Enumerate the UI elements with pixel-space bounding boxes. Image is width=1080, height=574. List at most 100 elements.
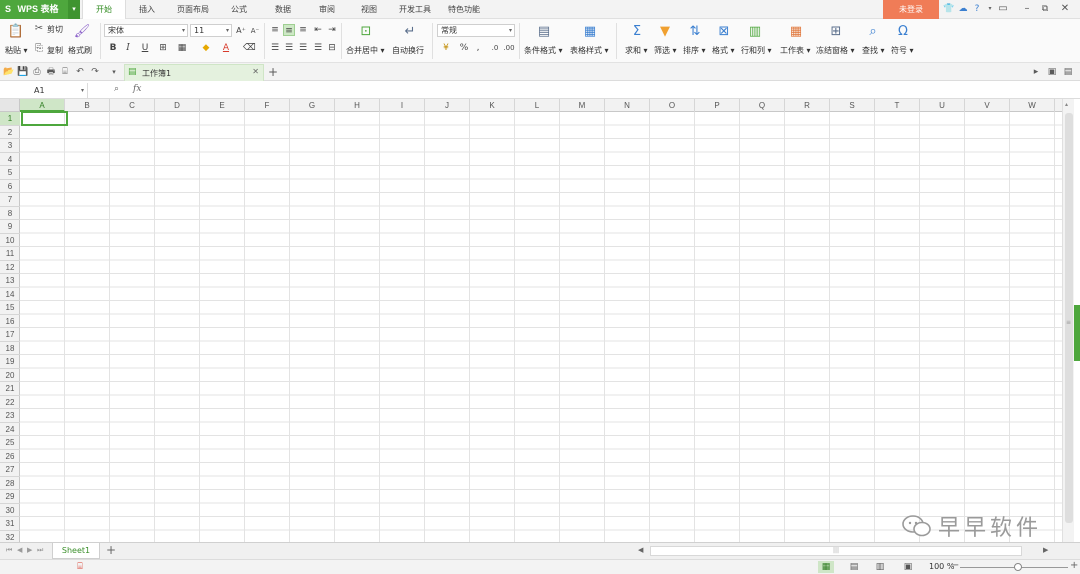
- worksheet-icon[interactable]: ▦: [786, 23, 806, 41]
- cell-style-icon[interactable]: ▦: [176, 42, 188, 54]
- reading-mode-icon[interactable]: ▣: [900, 561, 916, 573]
- layout-toggle-icon[interactable]: ▭: [996, 2, 1010, 16]
- horizontal-scrollbar[interactable]: |||: [650, 546, 1022, 556]
- feedback-icon[interactable]: ☁: [957, 3, 969, 15]
- zoom-in-icon[interactable]: +: [1070, 560, 1078, 571]
- document-tab[interactable]: ▤ 工作簿1 ✕: [124, 64, 264, 81]
- symbol-icon[interactable]: Ω: [893, 23, 913, 41]
- align-top-icon[interactable]: ≡: [269, 24, 281, 36]
- column-header-k[interactable]: K: [470, 99, 515, 112]
- row-header-15[interactable]: 15: [0, 301, 20, 315]
- zoom-slider-thumb[interactable]: [1014, 563, 1022, 571]
- row-header-8[interactable]: 8: [0, 207, 20, 220]
- currency-icon[interactable]: ¥: [440, 42, 452, 54]
- row-header-11[interactable]: 11: [0, 247, 20, 261]
- paste-icon[interactable]: 📋: [6, 23, 26, 41]
- row-header-9[interactable]: 9: [0, 220, 20, 234]
- cell-area[interactable]: [20, 112, 1062, 542]
- sum-icon[interactable]: Σ: [627, 23, 647, 41]
- align-bottom-icon[interactable]: ≡: [297, 24, 309, 36]
- column-header-c[interactable]: C: [110, 99, 155, 112]
- next-sheet-icon[interactable]: ▶: [27, 546, 32, 554]
- row-header-22[interactable]: 22: [0, 396, 20, 409]
- column-header-i[interactable]: I: [380, 99, 425, 112]
- merge-center-button[interactable]: 合并居中 ▾: [346, 45, 385, 56]
- bold-button[interactable]: B: [107, 42, 119, 54]
- worksheet-button[interactable]: 工作表 ▾: [780, 45, 811, 56]
- conditional-format-icon[interactable]: ▤: [534, 23, 554, 41]
- row-header-31[interactable]: 31: [0, 517, 20, 531]
- freeze-panes-button[interactable]: 冻结窗格 ▾: [816, 45, 855, 56]
- rows-cols-button[interactable]: 行和列 ▾: [741, 45, 772, 56]
- decrease-indent-icon[interactable]: ⇤: [312, 24, 324, 36]
- new-tab-icon[interactable]: +: [267, 66, 279, 78]
- side-panel-toggle[interactable]: [1074, 305, 1080, 361]
- sheet-tab-sheet1[interactable]: Sheet1: [52, 543, 100, 559]
- underline-button[interactable]: U: [139, 42, 151, 54]
- sort-button[interactable]: 排序 ▾: [683, 45, 706, 56]
- row-header-21[interactable]: 21: [0, 382, 20, 396]
- save-as-icon[interactable]: ⎙: [31, 66, 43, 78]
- format-painter-button[interactable]: 格式刷: [68, 45, 92, 56]
- app-menu-button[interactable]: S WPS 表格: [0, 0, 68, 19]
- column-header-e[interactable]: E: [200, 99, 245, 112]
- row-header-25[interactable]: 25: [0, 436, 20, 450]
- conditional-format-button[interactable]: 条件格式 ▾: [524, 45, 563, 56]
- row-header-3[interactable]: 3: [0, 139, 20, 153]
- customize-toolbar-icon[interactable]: ▾: [108, 66, 120, 78]
- table-style-button[interactable]: 表格样式 ▾: [570, 45, 609, 56]
- sum-button[interactable]: 求和 ▾: [625, 45, 648, 56]
- find-icon[interactable]: ⌕: [863, 23, 883, 41]
- app-menu-dropdown-icon[interactable]: ▾: [68, 0, 80, 19]
- column-header-t[interactable]: T: [875, 99, 920, 112]
- row-header-24[interactable]: 24: [0, 423, 20, 436]
- row-header-4[interactable]: 4: [0, 153, 20, 166]
- row-header-14[interactable]: 14: [0, 288, 20, 301]
- tab-view[interactable]: 视图: [352, 0, 386, 19]
- column-header-h[interactable]: H: [335, 99, 380, 112]
- find-button[interactable]: 查找 ▾: [862, 45, 885, 56]
- formula-input[interactable]: [152, 83, 1062, 98]
- copy-button[interactable]: 复制: [47, 45, 63, 56]
- row-header-16[interactable]: 16: [0, 315, 20, 328]
- paste-button[interactable]: 粘贴 ▾: [5, 45, 28, 56]
- column-header-w[interactable]: W: [1010, 99, 1055, 112]
- tab-data[interactable]: 数据: [266, 0, 300, 19]
- row-header-18[interactable]: 18: [0, 342, 20, 355]
- login-button[interactable]: 未登录: [883, 0, 939, 19]
- name-box[interactable]: A1 ▾: [0, 83, 88, 98]
- filter-icon[interactable]: ▼: [655, 23, 675, 41]
- fill-color-icon[interactable]: ◆: [200, 42, 212, 54]
- format-icon[interactable]: ⊠: [714, 23, 734, 41]
- column-header-q[interactable]: Q: [740, 99, 785, 112]
- column-header-j[interactable]: J: [425, 99, 470, 112]
- number-format-select[interactable]: 常规 ▾: [437, 24, 515, 37]
- normal-view-icon[interactable]: ▦: [818, 561, 834, 573]
- row-header-26[interactable]: 26: [0, 450, 20, 463]
- column-header-o[interactable]: O: [650, 99, 695, 112]
- grow-font-button[interactable]: A⁺: [235, 25, 247, 37]
- column-header-r[interactable]: R: [785, 99, 830, 112]
- freeze-panes-icon[interactable]: ⊞: [826, 23, 846, 41]
- vertical-scroll-thumb[interactable]: [1065, 113, 1073, 523]
- row-header-19[interactable]: 19: [0, 355, 20, 369]
- page-break-view-icon[interactable]: ▥: [872, 561, 888, 573]
- first-sheet-icon[interactable]: ⏮: [6, 546, 12, 555]
- symbol-button[interactable]: 符号 ▾: [891, 45, 914, 56]
- sort-icon[interactable]: ⇅: [685, 23, 705, 41]
- row-header-2[interactable]: 2: [0, 126, 20, 139]
- doc-menu-icon[interactable]: ▸: [1030, 66, 1042, 78]
- tile-windows-icon[interactable]: ▣: [1046, 66, 1058, 78]
- row-header-32[interactable]: 32: [0, 531, 20, 543]
- redo-icon[interactable]: ↷: [89, 66, 101, 78]
- column-header-m[interactable]: M: [560, 99, 605, 112]
- help-icon[interactable]: ?: [971, 3, 983, 15]
- font-name-select[interactable]: 宋体 ▾: [104, 24, 188, 37]
- select-all-corner[interactable]: [0, 99, 20, 112]
- tab-special-features[interactable]: 特色功能: [442, 0, 486, 19]
- save-icon[interactable]: 💾: [17, 66, 29, 78]
- vertical-scrollbar[interactable]: ▴ ≡: [1062, 99, 1074, 542]
- increase-decimal-icon[interactable]: .0: [489, 42, 501, 54]
- wrap-text-icon[interactable]: ↵: [400, 23, 420, 41]
- row-header-7[interactable]: 7: [0, 193, 20, 207]
